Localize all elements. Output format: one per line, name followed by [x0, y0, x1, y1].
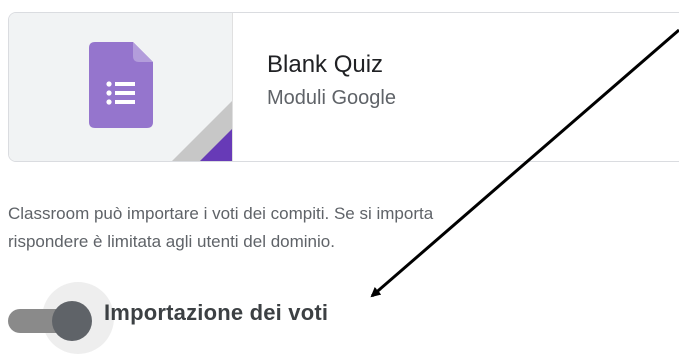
screen: Blank Quiz Moduli Google Classroom può i…: [0, 0, 679, 354]
forms-corner-accent: [198, 129, 232, 161]
description-line-1: Classroom può importare i voti dei compi…: [8, 204, 434, 223]
grade-import-toggle[interactable]: [6, 282, 114, 354]
description-line-2: rispondere è limitata agli utenti del do…: [8, 232, 335, 251]
grade-import-description: Classroom può importare i voti dei compi…: [8, 200, 679, 256]
grade-import-label: Importazione dei voti: [104, 300, 329, 325]
attachment-title[interactable]: Blank Quiz: [267, 49, 396, 81]
google-forms-icon: [89, 42, 153, 128]
toggle-knob[interactable]: [52, 301, 92, 341]
attachment-type: Moduli Google: [267, 87, 396, 109]
attachment-thumbnail: [9, 13, 233, 161]
attachment-info: Blank Quiz Moduli Google: [267, 49, 396, 115]
attachment-card[interactable]: Blank Quiz Moduli Google: [8, 12, 679, 162]
